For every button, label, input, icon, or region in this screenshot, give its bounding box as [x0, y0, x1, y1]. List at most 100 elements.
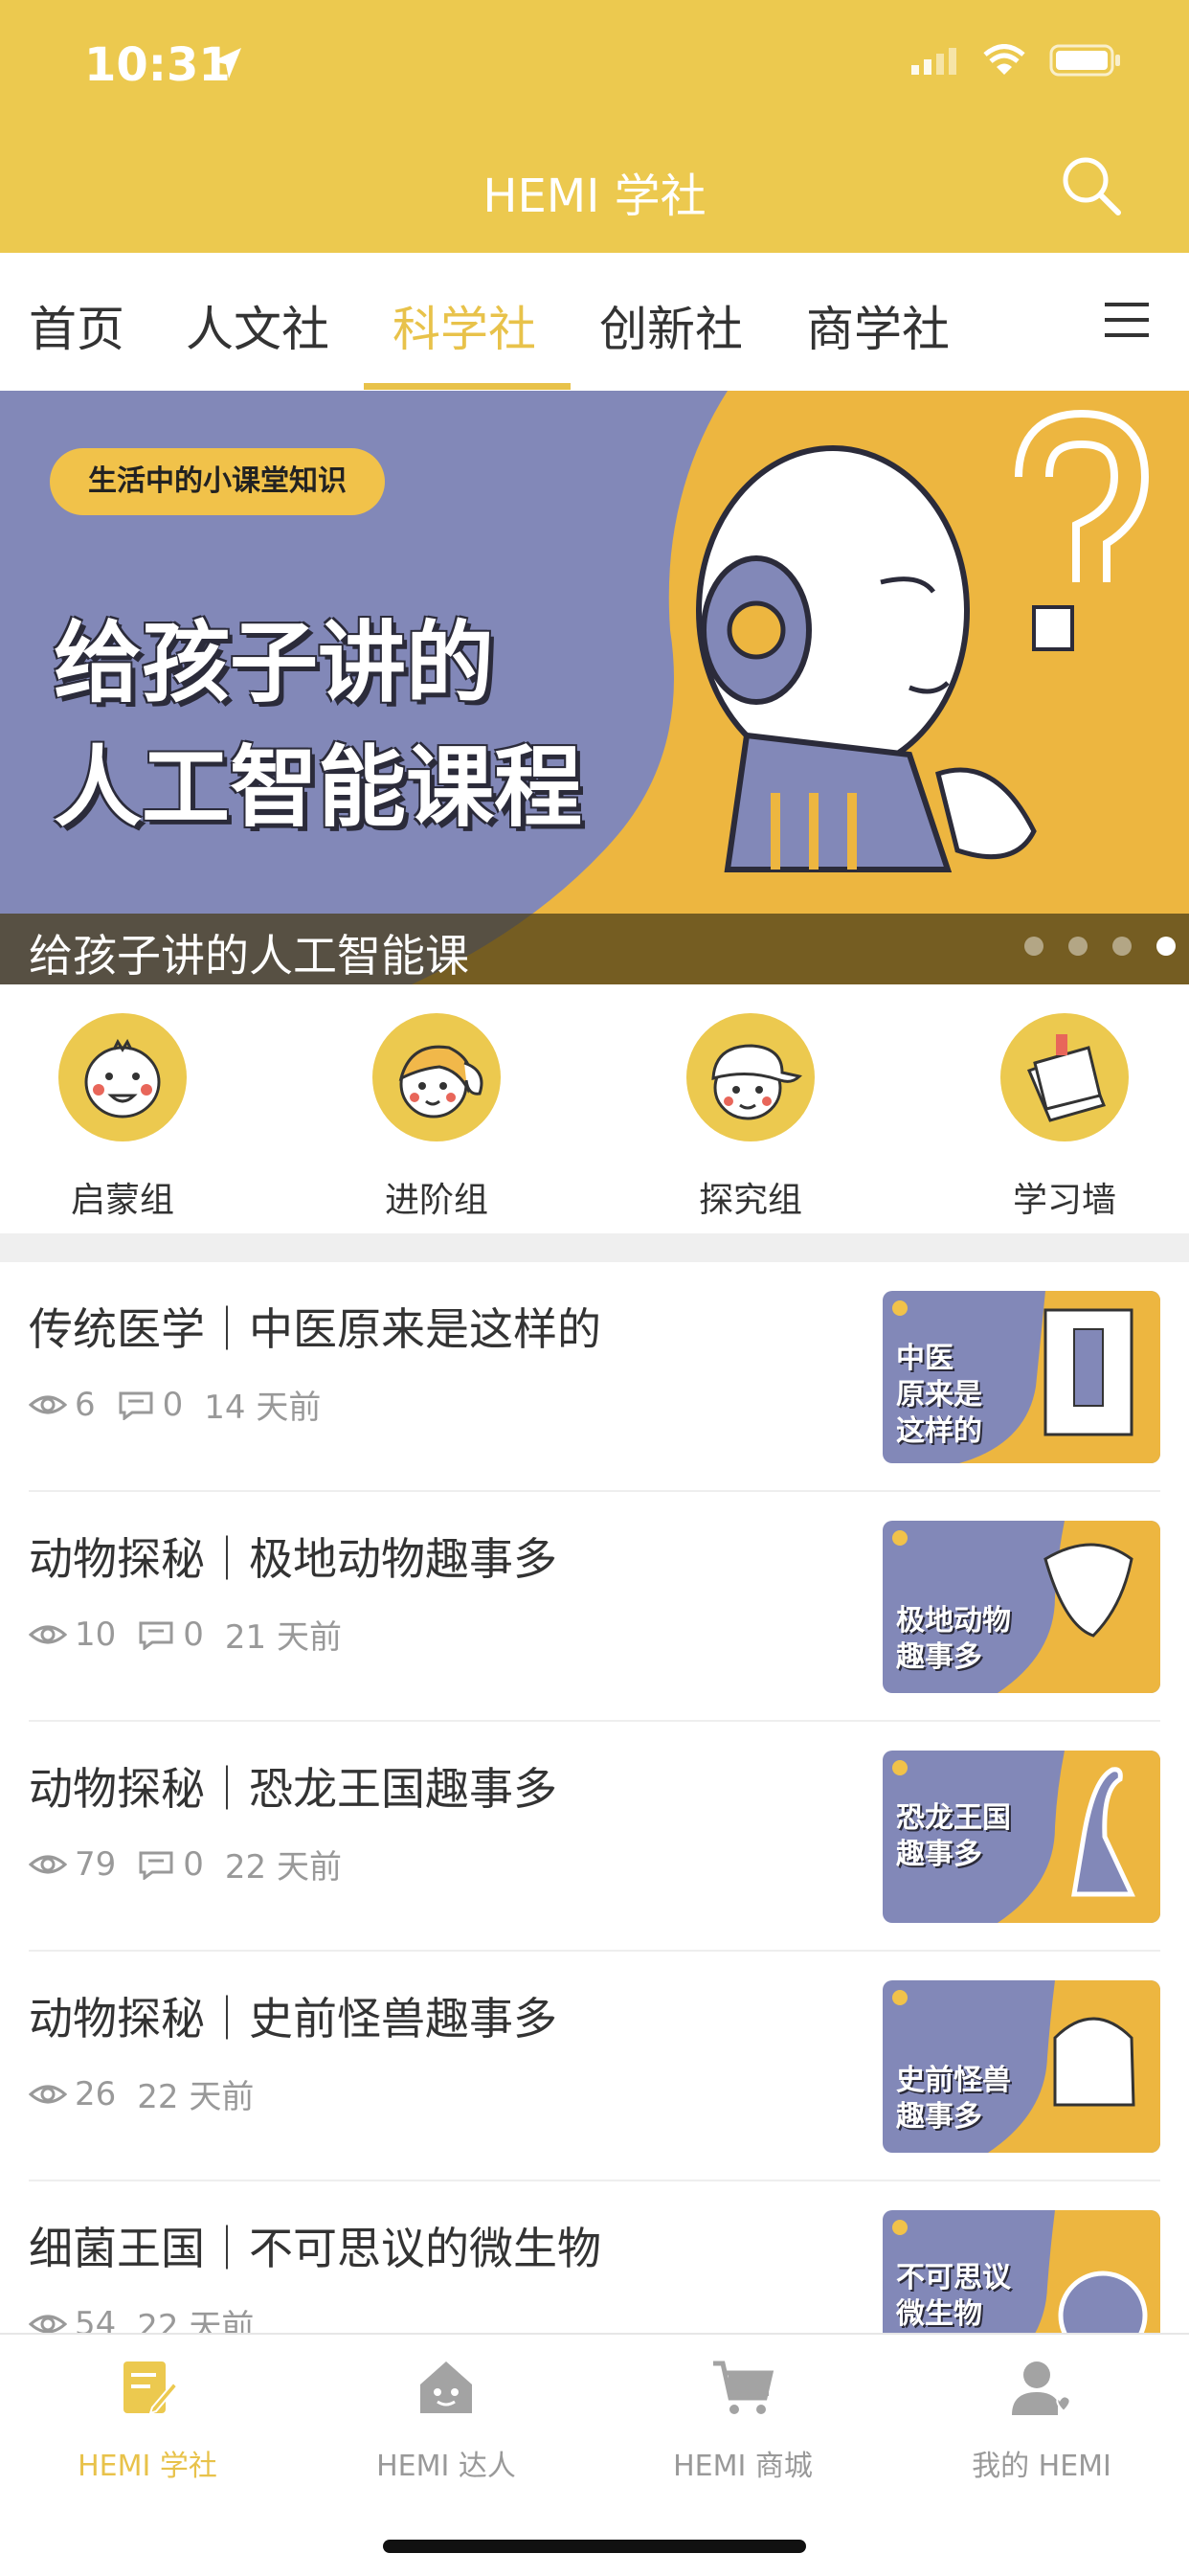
eye-icon [29, 1625, 67, 1643]
group-label: 探究组 [698, 1181, 802, 1220]
article-meta: 26 22 天前 [29, 2070, 254, 2117]
view-count: 6 [75, 1385, 96, 1424]
comment-icon [119, 1391, 153, 1420]
comment-count: 0 [183, 1844, 204, 1884]
group-enlightenment[interactable]: 启蒙组 [27, 1013, 218, 1222]
eye-icon [29, 2315, 67, 2333]
article-title: 动物探秘｜史前怪兽趣事多 [29, 1993, 557, 2045]
article-thumbnail: 恐龙王国 趣事多 [883, 1751, 1160, 1923]
thumbnail-title-line: 这样的 [896, 1414, 982, 1448]
nav-hemi-experts[interactable]: HEMI 达人 [303, 2354, 590, 2484]
nav-hemi-store[interactable]: HEMI 商城 [599, 2354, 886, 2484]
sticky-notes-icon [1000, 1013, 1129, 1141]
post-time: 22 天前 [224, 1848, 342, 1887]
tab-humanities[interactable]: 人文社 [186, 291, 329, 360]
thumbnail-title-line: 中医 [896, 1342, 953, 1375]
view-count: 54 [75, 2304, 117, 2334]
list-item[interactable]: 传统医学｜中医原来是这样的 6 0 14 天前 中医 原来是 这样的 [0, 1262, 1189, 1492]
list-item[interactable]: 动物探秘｜恐龙王国趣事多 79 0 22 天前 恐龙王国 趣事多 [0, 1722, 1189, 1952]
thumbnail-tag [892, 1760, 908, 1775]
banner-caption: 给孩子讲的人工智能课 [29, 930, 469, 982]
page-title: HEMI 学社 [482, 169, 707, 223]
list-item[interactable]: 细菌王国｜不可思议的微生物 54 22 天前 不可思议 微生物 [0, 2181, 1189, 2333]
thumbnail-title-line: 趣事多 [896, 1838, 982, 1871]
carousel-dot[interactable] [1068, 937, 1088, 956]
girl-face-icon [372, 1013, 501, 1141]
article-thumbnail: 不可思议 微生物 [883, 2210, 1160, 2333]
article-meta: 79 0 22 天前 [29, 1841, 342, 1887]
tab-innovation[interactable]: 创新社 [599, 291, 743, 360]
group-study-wall[interactable]: 学习墙 [969, 1013, 1160, 1222]
nav-my-hemi[interactable]: 我的 HEMI [898, 2354, 1185, 2484]
eye-icon [29, 1395, 67, 1413]
thumbnail-title-line: 趣事多 [896, 2100, 982, 2134]
post-time: 22 天前 [137, 2078, 255, 2116]
menu-icon[interactable] [1105, 301, 1149, 339]
post-time: 21 天前 [224, 1618, 342, 1657]
view-count: 26 [75, 2074, 117, 2113]
list-item[interactable]: 动物探秘｜史前怪兽趣事多 26 22 天前 史前怪兽 趣事多 [0, 1952, 1189, 2181]
carousel-dot-active[interactable] [1156, 937, 1176, 956]
comment-icon [139, 1851, 173, 1880]
tab-home[interactable]: 首页 [29, 291, 124, 360]
nav-label: 我的 HEMI [972, 2450, 1111, 2483]
group-shortcuts: 启蒙组 进阶组 探究组 学习墙 [0, 984, 1189, 1233]
article-title: 细菌王国｜不可思议的微生物 [29, 2223, 601, 2274]
carousel-dot[interactable] [1112, 937, 1132, 956]
thumbnail-tag [892, 1530, 908, 1546]
location-arrow-icon [213, 48, 241, 79]
thumbnail-title-line: 恐龙王国 [896, 1801, 1011, 1835]
search-icon[interactable] [1059, 153, 1124, 218]
group-explore[interactable]: 探究组 [655, 1013, 846, 1222]
thumbnail-tag [892, 1990, 908, 2005]
group-label: 学习墙 [1012, 1181, 1116, 1220]
boy-cap-face-icon [686, 1013, 815, 1141]
user-heart-icon [1012, 2361, 1071, 2415]
toddler-face-icon [58, 1013, 187, 1141]
battery-icon [1049, 44, 1120, 77]
section-divider [0, 1233, 1189, 1262]
nav-label: HEMI 学社 [78, 2450, 217, 2483]
thumbnail-tag [892, 1300, 908, 1316]
thumbnail-title-line: 不可思议 [896, 2261, 1011, 2294]
carousel-dot[interactable] [1024, 937, 1043, 956]
nav-hemi-society[interactable]: HEMI 学社 [4, 2354, 291, 2484]
banner-badge: 生活中的小课堂知识 [50, 448, 385, 515]
group-advanced[interactable]: 进阶组 [341, 1013, 532, 1222]
cart-icon [713, 2361, 774, 2414]
comment-count: 0 [162, 1385, 184, 1424]
post-time: 14 天前 [204, 1389, 322, 1427]
group-label: 启蒙组 [70, 1181, 174, 1220]
category-tabs: 首页 人文社 科学社 创新社 商学社 [0, 253, 1189, 391]
view-count: 10 [75, 1615, 117, 1654]
tab-business[interactable]: 商学社 [806, 291, 950, 360]
thumbnail-title-line: 微生物 [896, 2297, 982, 2331]
carousel-dots [1024, 937, 1176, 956]
list-item[interactable]: 动物探秘｜极地动物趣事多 10 0 21 天前 极地动物 趣事多 [0, 1492, 1189, 1722]
thumbnail-title-line: 极地动物 [896, 1604, 1011, 1638]
article-meta: 54 22 天前 [29, 2300, 254, 2333]
hero-banner[interactable]: 生活中的小课堂知识 给孩子讲的 人工智能课程 给孩子讲的人工智能课 [0, 391, 1189, 984]
signal-icon [911, 48, 956, 75]
eye-icon [29, 2085, 67, 2103]
article-list: 传统医学｜中医原来是这样的 6 0 14 天前 中医 原来是 这样的 动物探秘｜ [0, 1262, 1189, 2333]
wifi-icon [983, 44, 1025, 75]
article-meta: 10 0 21 天前 [29, 1611, 342, 1658]
comment-icon [139, 1621, 173, 1650]
group-label: 进阶组 [384, 1181, 488, 1220]
nav-label: HEMI 商城 [673, 2450, 813, 2483]
article-meta: 6 0 14 天前 [29, 1381, 321, 1428]
view-count: 79 [75, 1844, 117, 1884]
status-indicators [911, 44, 1122, 77]
article-thumbnail: 中医 原来是 这样的 [883, 1291, 1160, 1463]
notebook-pen-icon [123, 2361, 179, 2415]
house-face-icon [420, 2361, 472, 2413]
article-title: 动物探秘｜极地动物趣事多 [29, 1533, 557, 1585]
article-thumbnail: 史前怪兽 趣事多 [883, 1980, 1160, 2153]
nav-label: HEMI 达人 [376, 2450, 516, 2483]
tab-science[interactable]: 科学社 [393, 291, 536, 360]
banner-caption-bar: 给孩子讲的人工智能课 [0, 914, 1189, 984]
app-header: 10:31 HEMI 学社 [0, 0, 1189, 253]
banner-headline-2: 人工智能课程 [54, 736, 583, 839]
thumbnail-title-line: 趣事多 [896, 1640, 982, 1674]
